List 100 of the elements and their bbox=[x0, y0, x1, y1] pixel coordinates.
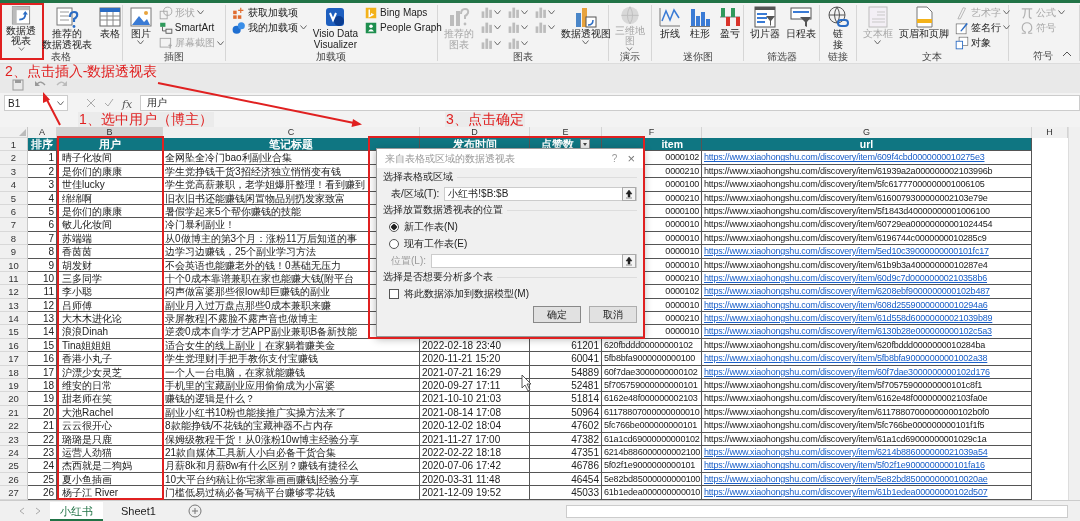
row-header[interactable]: 25 bbox=[0, 459, 28, 473]
collapse-dialog-icon[interactable] bbox=[622, 253, 636, 268]
row-header[interactable]: 4 bbox=[0, 178, 28, 192]
collapse-ribbon-icon[interactable] bbox=[1062, 51, 1072, 57]
row-header[interactable]: 7 bbox=[0, 218, 28, 232]
ribbon-button[interactable]: Visio Data Visualizer bbox=[310, 5, 361, 51]
url-link[interactable]: https://www.xiaohongshu.com/discovery/item/60d9c7d00000000210358b6 bbox=[704, 272, 987, 283]
location-field[interactable] bbox=[431, 253, 637, 268]
table-cell: 6214b886000000002100 bbox=[604, 447, 701, 457]
table-cell: 8款能挣钱/不花钱的宝藏神器不占内存 bbox=[163, 419, 420, 433]
vertical-scrollbar[interactable] bbox=[1068, 127, 1080, 500]
table-cell: 19 bbox=[28, 392, 57, 406]
row-header[interactable]: 20 bbox=[0, 392, 28, 406]
table-cell: 16 bbox=[28, 352, 57, 366]
ribbon-button[interactable]: 盈亏 bbox=[715, 5, 744, 51]
row-header[interactable]: 17 bbox=[0, 352, 28, 366]
ribbon-button[interactable]: 我的加载项 bbox=[229, 20, 309, 36]
checkbox[interactable] bbox=[389, 288, 399, 299]
ribbon-button[interactable]: 折线 bbox=[655, 5, 684, 51]
table-cell: 副业小红书10粉也能接推广实操方法来了 bbox=[163, 405, 420, 420]
table-cell: 54889 bbox=[571, 366, 599, 378]
table-cell: 2021-12-09 19:52 bbox=[422, 487, 501, 499]
radio-button[interactable] bbox=[389, 238, 399, 249]
row-header[interactable]: 15 bbox=[0, 325, 28, 339]
sheet-tab[interactable]: Sheet1 bbox=[111, 501, 166, 521]
row-header[interactable]: 14 bbox=[0, 312, 28, 326]
table-cell: 手机里的宝藏副业应用偷偷成为小富婆 bbox=[163, 379, 420, 393]
row-header[interactable]: 22 bbox=[0, 419, 28, 433]
pi-icon bbox=[1020, 5, 1034, 20]
header-cell: 笔记标题 bbox=[163, 138, 420, 152]
close-button[interactable]: × bbox=[627, 151, 635, 166]
caret-icon bbox=[493, 10, 501, 16]
row-header[interactable]: 1 bbox=[0, 138, 28, 152]
ribbon-button[interactable]: 获取加载项 bbox=[229, 5, 309, 21]
range-field[interactable]: 小红书!$B:$B bbox=[444, 186, 637, 201]
row-header[interactable]: 27 bbox=[0, 486, 28, 500]
select-all-icon[interactable] bbox=[19, 129, 26, 136]
ribbon-button[interactable]: Bing Maps bbox=[362, 5, 444, 21]
url-link[interactable]: https://www.xiaohongshu.com/discovery/item/61d558d60000000021039b89 bbox=[704, 313, 993, 324]
annotation-frame bbox=[0, 3, 44, 60]
table-cell: 0000010 bbox=[665, 299, 699, 310]
url-link[interactable]: https://www.xiaohongshu.com/discovery/item/60f7dae3000000000102d176 bbox=[704, 366, 990, 377]
table-cell: 3 bbox=[28, 178, 57, 192]
ribbon-button[interactable]: 数据透视图 bbox=[558, 5, 613, 51]
name-box[interactable]: B1 bbox=[4, 95, 68, 111]
insert-function-button[interactable]: fx bbox=[122, 98, 133, 111]
link-icon bbox=[825, 5, 850, 29]
row-header[interactable]: 12 bbox=[0, 285, 28, 299]
url-link[interactable]: https://www.xiaohongshu.com/discovery/item/5ed10c39000000000101fc17 bbox=[704, 246, 989, 257]
table-cell: 5f02f1e9000000000101 bbox=[604, 460, 696, 471]
url-link[interactable]: https://www.xiaohongshu.com/discovery/item/6214b886000000021039a54 bbox=[704, 447, 988, 457]
radio-button[interactable] bbox=[389, 221, 399, 232]
table-cell: 杨子江 River bbox=[57, 486, 163, 500]
person-tile-icon bbox=[364, 20, 379, 35]
chart-icon bbox=[506, 21, 520, 35]
pivot-chart-icon bbox=[573, 5, 598, 29]
next-sheet-icon[interactable] bbox=[34, 507, 42, 515]
caret-icon bbox=[493, 25, 501, 31]
url-link[interactable]: https://www.xiaohongshu.com/discovery/item/5fb8bfa90000000001002a38 bbox=[704, 353, 988, 364]
collapse-dialog-icon[interactable] bbox=[622, 186, 636, 201]
row-header[interactable]: 9 bbox=[0, 245, 28, 259]
horizontal-scrollbar[interactable] bbox=[566, 504, 1068, 518]
chart-icon bbox=[506, 36, 520, 50]
row-header[interactable]: 2 bbox=[0, 151, 28, 165]
ribbon-button[interactable]: 表格 bbox=[96, 5, 124, 51]
url-link[interactable]: https://www.xiaohongshu.com/discovery/item/6130b28e000000000102c5a3 bbox=[704, 326, 992, 337]
save-icon[interactable] bbox=[12, 79, 24, 91]
table-cell: 10大平台约稿让你宅家靠画画赚钱|经验分享 bbox=[163, 472, 420, 487]
table-cell: 52481 bbox=[571, 380, 599, 392]
url-link[interactable]: https://www.xiaohongshu.com/discovery/item/61b1edea00000000102d507 bbox=[704, 487, 988, 498]
ribbon-button[interactable]: 页眉和页脚 bbox=[896, 5, 951, 51]
url-link[interactable]: https://www.xiaohongshu.com/discovery/item/609f4cbd0000000010275e3 bbox=[704, 152, 985, 163]
sheet-tab[interactable]: 小红书 bbox=[50, 501, 103, 521]
ribbon-button[interactable]: 日程表 bbox=[784, 5, 819, 51]
ribbon-group-label: 插图 bbox=[163, 51, 184, 62]
ribbon-button[interactable]: 图片 bbox=[126, 5, 155, 51]
ribbon-button[interactable]: 对象 bbox=[952, 35, 1012, 51]
previous-sheet-icon[interactable] bbox=[18, 507, 26, 515]
ribbon-group-label: 表格 bbox=[50, 51, 71, 62]
ribbon-button[interactable]: 柱形 bbox=[685, 5, 714, 51]
ribbon-button[interactable]: 切片器 bbox=[748, 5, 783, 51]
url-link[interactable]: https://www.xiaohongshu.com/discovery/item/6208ebf9000000000102b487 bbox=[704, 286, 990, 297]
url-link[interactable]: https://www.xiaohongshu.com/discovery/item/608d25590000000010294a6 bbox=[704, 299, 988, 310]
add-sheet-icon[interactable] bbox=[187, 504, 202, 518]
row-header[interactable]: 19 bbox=[0, 379, 28, 393]
caret-icon bbox=[520, 10, 528, 16]
ok-button[interactable]: 确定 bbox=[533, 306, 581, 323]
cancel-icon[interactable] bbox=[86, 98, 96, 108]
check-icon[interactable] bbox=[104, 98, 114, 108]
formula-field[interactable]: 用户 bbox=[140, 95, 1080, 111]
url-link[interactable]: https://www.xiaohongshu.com/discovery/item/5e82bd850000000010020ae bbox=[704, 473, 988, 484]
cancel-button[interactable]: 取消 bbox=[589, 306, 637, 323]
table-cell: 10 bbox=[28, 271, 57, 286]
table-cell: 0000100 bbox=[665, 179, 699, 190]
ribbon-button[interactable]: People Graph bbox=[362, 20, 444, 36]
ribbon-button[interactable]: 数据透 视表 bbox=[4, 5, 38, 51]
ribbon-button[interactable]: SmartArt bbox=[156, 20, 226, 36]
ribbon-button[interactable]: 链 接 bbox=[823, 5, 852, 51]
url-link[interactable]: https://www.xiaohongshu.com/discovery/item/5f02f1e9000000000101fa16 bbox=[704, 460, 985, 471]
ribbon-button[interactable]: 签名行 bbox=[952, 20, 1012, 36]
